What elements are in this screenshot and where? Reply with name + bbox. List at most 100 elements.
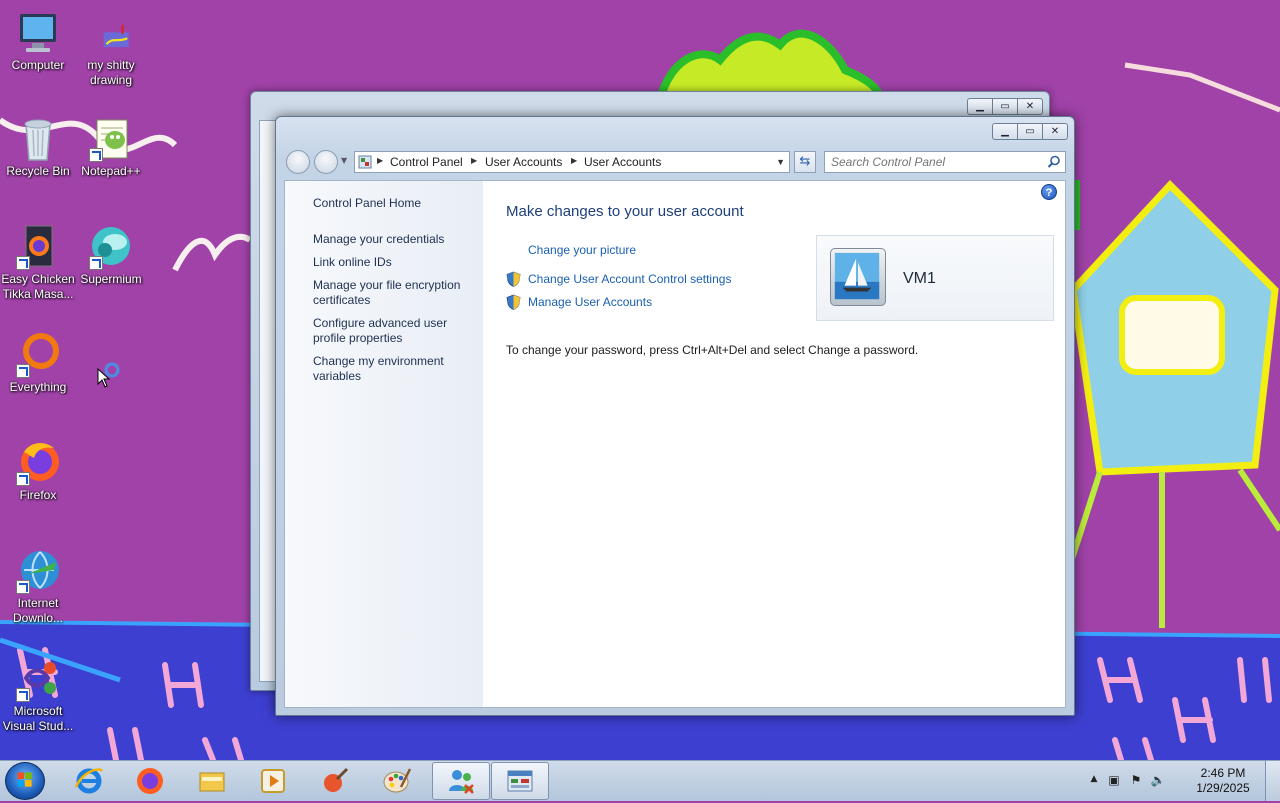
search-input[interactable]: [831, 154, 1041, 170]
clock[interactable]: 2:46 PM 1/29/2025: [1188, 766, 1258, 796]
account-tile: VM1: [816, 235, 1054, 321]
taskbar-internet-explorer[interactable]: [60, 762, 118, 800]
recycle-bin-icon: [24, 119, 52, 161]
breadcrumb-user-accounts[interactable]: User Accounts: [485, 155, 562, 169]
sailboat-icon: [834, 252, 880, 300]
system-tray: ▲ ▣ ⚑ 🔈 2:46 PM 1/29/2025: [1080, 761, 1280, 801]
main-pane: ? Make changes to your user account Chan…: [483, 181, 1065, 707]
taskbar-paint[interactable]: [368, 762, 426, 800]
sidebar-item-manage-credentials[interactable]: Manage your credentials: [313, 232, 473, 247]
paint-brush-icon: [324, 767, 349, 792]
refresh-icon: ⇆: [799, 154, 811, 169]
busy-ring-icon: [104, 362, 120, 378]
change-picture-link[interactable]: Change your picture: [528, 243, 636, 257]
address-bar[interactable]: ▶ Control Panel ▶ User Accounts ▶ User A…: [354, 151, 790, 173]
start-button[interactable]: [5, 762, 45, 800]
content-area: Control Panel Home Manage your credentia…: [284, 180, 1066, 708]
user-accounts-window[interactable]: ▁ ▭ ✕ ▼ ▶ Control Panel ▶ User Accounts …: [275, 116, 1075, 716]
manage-user-accounts-label: Manage User Accounts: [528, 295, 653, 309]
shortcut-arrow-icon: [16, 472, 30, 486]
change-uac-settings-label: Change User Account Control settings: [528, 272, 732, 286]
change-uac-settings-link[interactable]: Change User Account Control settings: [506, 271, 732, 287]
forward-button[interactable]: [314, 150, 338, 174]
network-icon[interactable]: ▣: [1106, 773, 1122, 789]
sidebar-item-environment-variables[interactable]: Change my environment variables: [313, 354, 473, 384]
sidebar-item-file-encryption-certificates[interactable]: Manage your file encryption certificates: [313, 278, 473, 308]
minimize-icon: ▁: [1001, 126, 1009, 137]
control-panel-icon: [358, 155, 372, 169]
desktop-icon-chicken-tikka[interactable]: Easy Chicken Tikka Masa...: [0, 224, 76, 302]
desktop-icon-computer[interactable]: Computer: [0, 10, 76, 73]
clock-time: 2:46 PM: [1200, 766, 1246, 780]
shortcut-arrow-icon: [16, 580, 30, 594]
sidebar-item-link-online-ids[interactable]: Link online IDs: [313, 255, 473, 270]
page-title: Make changes to your user account: [506, 203, 744, 220]
taskbar-user-accounts[interactable]: [432, 762, 490, 800]
help-icon: ?: [1045, 187, 1053, 199]
back-window-caption-buttons: ▁ ▭ ✕: [967, 98, 1043, 115]
shortcut-arrow-icon: [89, 256, 103, 270]
sidebar-item-advanced-profile-properties[interactable]: Configure advanced user profile properti…: [313, 316, 473, 346]
user-accounts-icon: [449, 770, 474, 794]
desktop-icon-internet-download-manager[interactable]: Internet Downlo...: [0, 548, 76, 626]
paint-file-icon: [103, 24, 129, 48]
caption-buttons: ▁ ▭ ✕: [992, 123, 1068, 140]
close-button[interactable]: ✕: [1042, 123, 1068, 140]
desktop-icon-recycle-bin[interactable]: Recycle Bin: [0, 116, 76, 179]
taskbar-paint-brush[interactable]: [306, 762, 364, 800]
back-button[interactable]: [286, 150, 310, 174]
shortcut-arrow-icon: [16, 688, 30, 702]
desktop-icon-supermium[interactable]: Supermium: [73, 224, 149, 287]
refresh-button[interactable]: ⇆: [794, 151, 816, 173]
control-panel-icon: [507, 770, 533, 792]
volume-icon[interactable]: 🔈: [1150, 773, 1166, 789]
action-center-flag-icon[interactable]: ⚑: [1128, 773, 1144, 789]
close-icon: ✕: [1050, 126, 1060, 137]
password-instructions: To change your password, press Ctrl+Alt+…: [506, 343, 919, 357]
uac-shield-icon: [506, 294, 521, 310]
folder-icon: [199, 772, 225, 792]
shortcut-arrow-icon: [16, 364, 30, 378]
desktop-icon-everything[interactable]: Everything: [0, 332, 76, 395]
account-name: VM1: [903, 270, 936, 287]
desktop-icon-drawing[interactable]: my shitty drawing: [73, 22, 149, 88]
breadcrumb-separator-icon: ▶: [377, 156, 384, 165]
help-button[interactable]: ?: [1041, 184, 1057, 200]
maximize-button[interactable]: ▭: [1017, 123, 1043, 140]
shortcut-arrow-icon: [89, 148, 103, 162]
internet-explorer-icon: [74, 768, 103, 794]
show-desktop-button[interactable]: [1265, 761, 1280, 801]
back-maximize-button[interactable]: ▭: [992, 98, 1018, 115]
uac-shield-icon: [506, 271, 521, 287]
back-minimize-button[interactable]: ▁: [967, 98, 993, 115]
breadcrumb-control-panel[interactable]: Control Panel: [390, 155, 463, 169]
search-icon[interactable]: [1047, 155, 1061, 169]
search-box[interactable]: [824, 151, 1066, 173]
sidebar-item-control-panel-home[interactable]: Control Panel Home: [313, 196, 473, 211]
firefox-icon: [137, 768, 163, 794]
shortcut-arrow-icon: [16, 256, 30, 270]
recent-pages-dropdown-icon[interactable]: ▼: [341, 156, 347, 165]
clock-date: 1/29/2025: [1196, 781, 1250, 795]
address-dropdown-icon[interactable]: ▼: [776, 157, 785, 167]
media-player-icon: [261, 769, 285, 793]
breadcrumb-separator-icon: ▶: [471, 156, 478, 165]
breadcrumb-user-accounts-current[interactable]: User Accounts: [584, 155, 661, 169]
desktop-icon-firefox[interactable]: Firefox: [0, 440, 76, 503]
desktop-icon-visual-studio[interactable]: Microsoft Visual Stud...: [0, 656, 76, 734]
show-hidden-icons-icon[interactable]: ▲: [1086, 774, 1102, 790]
taskbar-firefox[interactable]: [121, 762, 179, 800]
taskbar: ▲ ▣ ⚑ 🔈 2:46 PM 1/29/2025: [0, 760, 1280, 801]
manage-user-accounts-link[interactable]: Manage User Accounts: [506, 294, 653, 310]
taskbar-control-panel[interactable]: [491, 762, 549, 800]
minimize-button[interactable]: ▁: [992, 123, 1018, 140]
computer-icon: [20, 14, 56, 52]
taskbar-media-player[interactable]: [244, 762, 302, 800]
navigation-bar: ▼ ▶ Control Panel ▶ User Accounts ▶ User…: [284, 150, 1066, 174]
account-picture[interactable]: [830, 248, 886, 306]
desktop-icon-notepad-plus-plus[interactable]: Notepad++: [73, 116, 149, 179]
breadcrumb-separator-icon: ▶: [571, 156, 578, 165]
back-close-button[interactable]: ✕: [1017, 98, 1043, 115]
taskbar-file-explorer[interactable]: [183, 762, 241, 800]
maximize-icon: ▭: [1025, 126, 1035, 137]
